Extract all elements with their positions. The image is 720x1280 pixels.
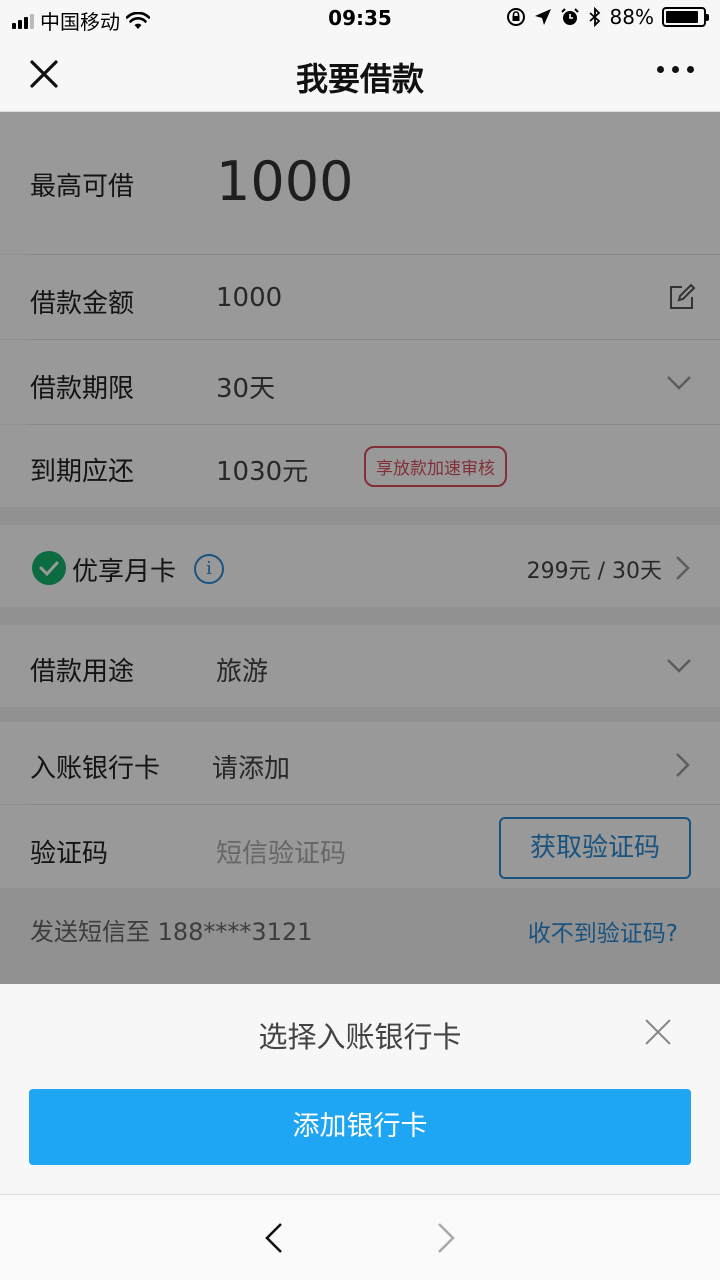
nav-bar: 我要借款: [0, 36, 720, 112]
add-bank-card-button[interactable]: 添加银行卡: [29, 1089, 691, 1165]
bank-card-sheet: 选择入账银行卡 添加银行卡: [0, 984, 720, 1194]
close-icon[interactable]: [644, 1018, 672, 1046]
browser-toolbar: [0, 1194, 720, 1280]
more-icon[interactable]: [657, 66, 694, 73]
location-icon: [534, 9, 551, 25]
sheet-title: 选择入账银行卡: [258, 1020, 462, 1054]
page-title: 我要借款: [295, 60, 424, 98]
bluetooth-icon: [588, 7, 600, 27]
back-arrow-icon[interactable]: [262, 1221, 286, 1255]
status-bar: 中国移动 09:35 88%: [0, 0, 720, 36]
modal-overlay[interactable]: [0, 112, 720, 984]
rotation-lock-icon: [506, 8, 525, 26]
status-right: 88%: [506, 5, 709, 29]
alarm-icon: [560, 8, 579, 25]
battery-percent: 88%: [609, 5, 654, 29]
forward-arrow-icon[interactable]: [434, 1221, 458, 1255]
battery-icon: [662, 7, 709, 27]
